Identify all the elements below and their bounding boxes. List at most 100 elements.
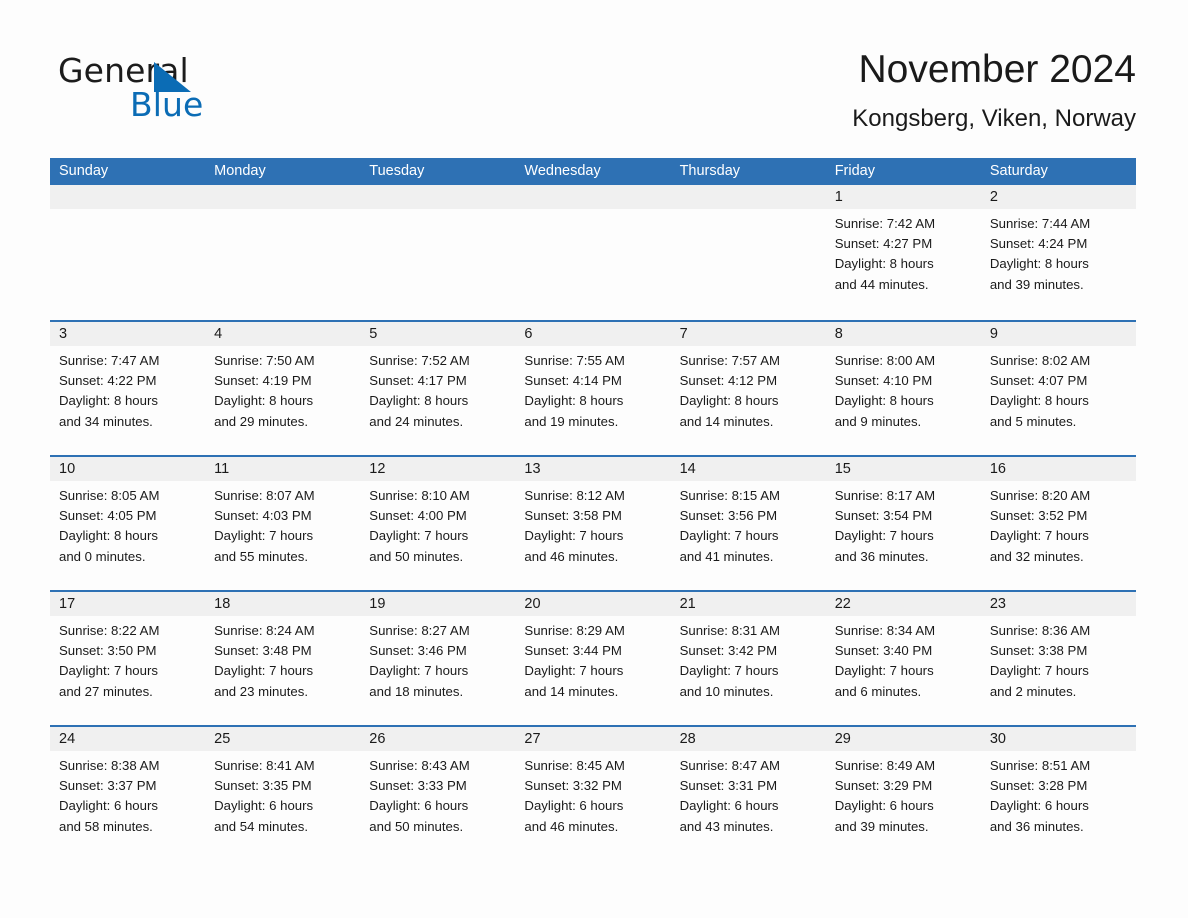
day-detail-line: Daylight: 8 hours	[369, 393, 469, 409]
day-detail-line: Sunset: 4:00 PM	[369, 508, 467, 524]
day-number-band: 3	[50, 322, 206, 346]
day-cell-22[interactable]: 22 Sunrise: 8:34 AM Sunset: 3:40 PM Dayligh…	[825, 592, 981, 725]
day-detail-line: Sunrise: 8:07 AM	[214, 488, 315, 503]
brand-logo[interactable]: General Blue	[58, 52, 378, 124]
day-cell-16[interactable]: 16 Sunrise: 8:20 AM Sunset: 3:52 PM Dayligh…	[980, 457, 1136, 590]
day-cell-6[interactable]: 6 Sunrise: 7:55 AM Sunset: 4:14 PM Daylight…	[515, 322, 671, 455]
day-cell-27[interactable]: 27 Sunrise: 8:45 AM Sunset: 3:32 PM Dayligh…	[515, 727, 671, 841]
day-cell-3[interactable]: 3 Sunrise: 7:47 AM Sunset: 4:22 PM Daylight…	[50, 322, 206, 455]
day-detail-line: Sunset: 4:12 PM	[679, 373, 778, 389]
day-detail-line: Sunrise: 7:57 AM	[679, 353, 780, 368]
day-cell-9[interactable]: 9 Sunrise: 8:02 AM Sunset: 4:07 PM Daylight…	[980, 322, 1136, 455]
day-number: 16	[989, 461, 1006, 477]
day-detail-line: Sunset: 3:42 PM	[679, 643, 778, 659]
day-details: Sunrise: 8:29 AM Sunset: 3:44 PM Daylight:…	[515, 616, 670, 702]
calendar-body: 1 Sunrise: 7:42 AM Sunset: 4:27 PM Daylight…	[50, 185, 1136, 841]
day-detail-line: Sunset: 3:38 PM	[989, 643, 1088, 659]
day-cell-4[interactable]: 4 Sunrise: 7:50 AM Sunset: 4:19 PM Daylight…	[205, 322, 361, 455]
day-cell-5[interactable]: 5 Sunrise: 7:52 AM Sunset: 4:17 PM Daylight…	[360, 322, 516, 455]
day-details: Sunrise: 8:20 AM Sunset: 3:52 PM Daylight:…	[981, 481, 1136, 567]
day-number-band: 4	[205, 322, 361, 346]
day-detail-line: Sunset: 3:37 PM	[59, 778, 157, 794]
day-details: Sunrise: 8:27 AM Sunset: 3:46 PM Daylight:…	[360, 616, 515, 702]
title-block: November 2024 Kongsberg, Viken, Norway	[852, 46, 1136, 133]
day-cell-19[interactable]: 19 Sunrise: 8:27 AM Sunset: 3:46 PM Dayligh…	[360, 592, 516, 725]
day-cell-28[interactable]: 28 Sunrise: 8:47 AM Sunset: 3:31 PM Dayligh…	[670, 727, 826, 841]
day-detail-line: Sunrise: 8:34 AM	[834, 623, 936, 638]
day-number-band: 22	[825, 592, 981, 616]
day-number: 30	[989, 731, 1006, 747]
weekday-header-wednesday: Wednesday	[524, 163, 601, 179]
day-cell-25[interactable]: 25 Sunrise: 8:41 AM Sunset: 3:35 PM Dayligh…	[205, 727, 361, 841]
day-details: Sunrise: 8:45 AM Sunset: 3:32 PM Daylight:…	[515, 751, 670, 837]
day-cell-15[interactable]: 15 Sunrise: 8:17 AM Sunset: 3:54 PM Dayligh…	[825, 457, 981, 590]
day-cell-18[interactable]: 18 Sunrise: 8:24 AM Sunset: 3:48 PM Dayligh…	[205, 592, 361, 725]
day-cell-11[interactable]: 11 Sunrise: 8:07 AM Sunset: 4:03 PM Dayligh…	[205, 457, 361, 590]
day-cell-2[interactable]: 2 Sunrise: 7:44 AM Sunset: 4:24 PM Daylight…	[980, 185, 1136, 320]
day-number-band: 2	[980, 185, 1136, 209]
weekday-header-saturday: Saturday	[989, 163, 1048, 179]
weekday-header-tuesday: Tuesday	[369, 163, 425, 179]
day-cell-23[interactable]: 23 Sunrise: 8:36 AM Sunset: 3:38 PM Dayligh…	[980, 592, 1136, 725]
day-number: 12	[369, 461, 386, 477]
day-details: Sunrise: 8:36 AM Sunset: 3:38 PM Daylight:…	[981, 616, 1136, 702]
day-details: Sunrise: 8:22 AM Sunset: 3:50 PM Daylight:…	[50, 616, 205, 702]
day-number-band	[205, 185, 361, 209]
day-number: 25	[214, 731, 231, 747]
day-detail-line: Daylight: 7 hours	[679, 528, 779, 544]
day-number-band	[360, 185, 516, 209]
day-details: Sunrise: 8:38 AM Sunset: 3:37 PM Daylight:…	[50, 751, 205, 837]
day-cell-empty	[205, 185, 361, 320]
day-detail-line: Sunrise: 8:05 AM	[59, 488, 160, 503]
day-number-band: 20	[515, 592, 671, 616]
day-cell-17[interactable]: 17 Sunrise: 8:22 AM Sunset: 3:50 PM Dayligh…	[50, 592, 206, 725]
day-number: 14	[679, 461, 696, 477]
day-number-band: 29	[825, 727, 981, 751]
day-detail-line: Sunset: 4:24 PM	[989, 236, 1088, 252]
day-detail-line: and 46 minutes.	[524, 548, 619, 564]
day-cell-13[interactable]: 13 Sunrise: 8:12 AM Sunset: 3:58 PM Dayligh…	[515, 457, 671, 590]
day-cell-empty	[50, 185, 206, 320]
day-detail-line: Daylight: 8 hours	[989, 393, 1089, 409]
day-number: 10	[59, 461, 76, 477]
day-detail-line: Daylight: 6 hours	[369, 798, 469, 814]
day-cell-21[interactable]: 21 Sunrise: 8:31 AM Sunset: 3:42 PM Dayligh…	[670, 592, 826, 725]
day-detail-line: Sunset: 4:03 PM	[214, 508, 312, 524]
weekday-header-thursday: Thursday	[679, 163, 741, 179]
day-detail-line: and 32 minutes.	[989, 548, 1084, 564]
day-detail-line: Sunset: 4:19 PM	[214, 373, 312, 389]
day-detail-line: Sunrise: 7:50 AM	[214, 353, 315, 368]
day-detail-line: Daylight: 8 hours	[524, 393, 624, 409]
calendar-week-row: 10 Sunrise: 8:05 AM Sunset: 4:05 PM Dayligh…	[50, 455, 1136, 590]
day-cell-7[interactable]: 7 Sunrise: 7:57 AM Sunset: 4:12 PM Daylight…	[670, 322, 826, 455]
day-cell-10[interactable]: 10 Sunrise: 8:05 AM Sunset: 4:05 PM Dayligh…	[50, 457, 206, 590]
day-cell-24[interactable]: 24 Sunrise: 8:38 AM Sunset: 3:37 PM Dayligh…	[50, 727, 206, 841]
calendar-page: General Blue November 2024 Kongsberg, Vi…	[0, 0, 1188, 918]
day-cell-1[interactable]: 1 Sunrise: 7:42 AM Sunset: 4:27 PM Daylight…	[825, 185, 981, 320]
day-detail-line: Daylight: 7 hours	[369, 528, 469, 544]
day-cell-8[interactable]: 8 Sunrise: 8:00 AM Sunset: 4:10 PM Daylight…	[825, 322, 981, 455]
day-detail-line: Sunrise: 8:15 AM	[679, 488, 780, 503]
day-detail-line: and 41 minutes.	[679, 548, 774, 564]
day-detail-line: Daylight: 8 hours	[59, 528, 158, 544]
day-cell-14[interactable]: 14 Sunrise: 8:15 AM Sunset: 3:56 PM Dayligh…	[670, 457, 826, 590]
day-cell-empty	[360, 185, 516, 320]
day-cell-26[interactable]: 26 Sunrise: 8:43 AM Sunset: 3:33 PM Dayligh…	[360, 727, 516, 841]
day-detail-line: and 14 minutes.	[524, 683, 619, 699]
day-number-band: 19	[360, 592, 516, 616]
day-detail-line: Sunrise: 8:24 AM	[214, 623, 315, 638]
day-cell-29[interactable]: 29 Sunrise: 8:49 AM Sunset: 3:29 PM Dayligh…	[825, 727, 981, 841]
day-number-band: 18	[205, 592, 361, 616]
day-detail-line: and 54 minutes.	[214, 818, 308, 834]
day-number-band: 21	[670, 592, 826, 616]
day-number-band: 13	[515, 457, 671, 481]
brand-name-blue: Blue	[130, 85, 204, 124]
day-detail-line: and 29 minutes.	[214, 413, 308, 429]
day-detail-line: and 19 minutes.	[524, 413, 619, 429]
day-cell-20[interactable]: 20 Sunrise: 8:29 AM Sunset: 3:44 PM Dayligh…	[515, 592, 671, 725]
day-detail-line: and 39 minutes.	[989, 276, 1084, 292]
day-detail-line: Daylight: 7 hours	[834, 528, 934, 544]
day-cell-12[interactable]: 12 Sunrise: 8:10 AM Sunset: 4:00 PM Dayligh…	[360, 457, 516, 590]
day-cell-30[interactable]: 30 Sunrise: 8:51 AM Sunset: 3:28 PM Dayligh…	[980, 727, 1136, 841]
day-detail-line: Sunrise: 8:10 AM	[369, 488, 470, 503]
